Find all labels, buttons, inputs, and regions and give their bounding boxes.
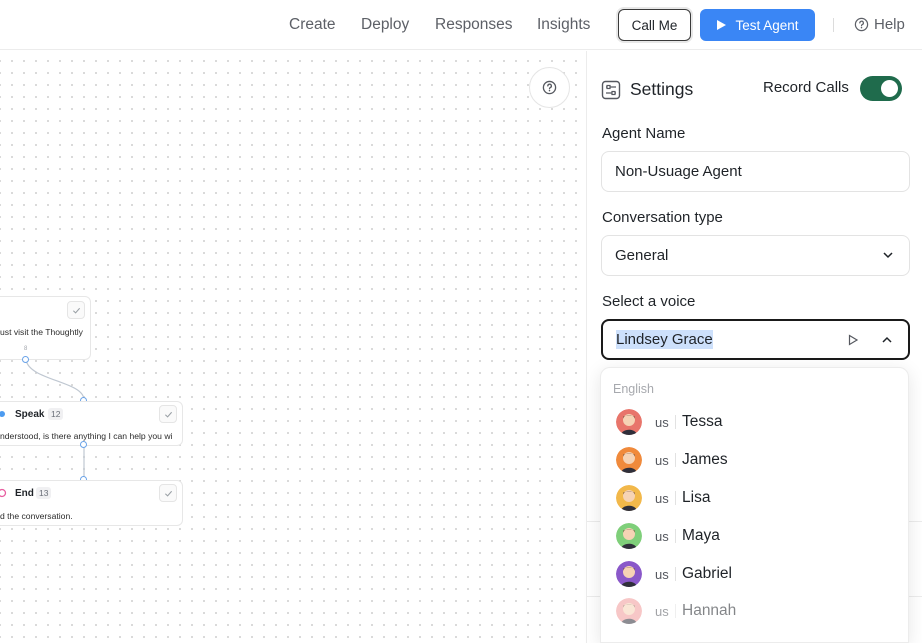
chevron-up-icon[interactable] [881,334,893,346]
help-label: Help [874,16,905,33]
nav-create[interactable]: Create [289,16,336,34]
flow-node-1[interactable]: ust visit the Thoughtly 8 [0,296,91,360]
speak-icon [0,411,5,417]
voice-option[interactable]: us Maya [601,517,908,555]
node-title: Speak [15,409,45,420]
voice-option[interactable]: us Lisa [601,479,908,517]
conversation-type-value: General [615,247,669,264]
voice-option[interactable]: us Gabriel [601,555,908,593]
voice-option[interactable]: us James [601,441,908,479]
chevron-down-icon [883,252,893,259]
avatar [616,598,642,624]
voice-language: us [655,490,669,506]
nav-insights[interactable]: Insights [537,16,590,34]
voice-language: us [655,528,669,544]
voice-name: James [682,451,728,468]
toggle-knob [881,80,898,97]
voice-value: Lindsey Grace [616,330,713,349]
voice-divider [675,453,676,467]
voice-language: us [655,452,669,468]
node-text: ust visit the Thoughtly [0,327,83,337]
voice-divider [675,529,676,543]
test-agent-label: Test Agent [735,17,799,33]
call-me-label: Call Me [631,17,678,33]
end-icon [0,488,7,498]
node-check-icon[interactable] [67,301,85,319]
help-icon [542,80,557,95]
play-preview-icon[interactable] [847,334,859,346]
help-icon [854,17,869,32]
voice-name: Lisa [682,489,711,506]
flow-canvas[interactable]: ust visit the Thoughtly 8 Speak 12 nders… [0,51,586,643]
record-calls-label: Record Calls [763,79,849,96]
settings-sliders-icon [601,80,621,100]
voice-option[interactable]: us Hannah [601,592,908,630]
nav-deploy[interactable]: Deploy [361,16,409,34]
voice-divider [675,567,676,581]
avatar [616,447,642,473]
voice-divider [675,491,676,505]
call-me-button[interactable]: Call Me [618,9,691,41]
voice-divider [675,415,676,429]
agent-name-label: Agent Name [602,125,686,142]
flow-node-end[interactable]: End 13 d the conversation. [0,480,183,526]
help-link[interactable]: Help [854,16,905,33]
voice-language: us [655,566,669,582]
record-calls-toggle[interactable] [860,76,902,101]
voice-select[interactable]: Lindsey Grace [601,319,910,360]
voice-option[interactable]: us Tessa [601,403,908,441]
voice-language: us [655,414,669,430]
flow-node-speak[interactable]: Speak 12 nderstood, is there anything I … [0,401,183,446]
node-port-label: 8 [24,346,28,352]
canvas-help-button[interactable] [529,67,570,108]
voice-name: Gabriel [682,565,732,582]
avatar [616,523,642,549]
avatar [616,409,642,435]
node-title: End [15,488,34,499]
voice-dropdown: English us Tessa us James us Lisa us Maya us Gabr… [600,367,909,643]
node-text: d the conversation. [0,511,73,521]
test-agent-button[interactable]: Test Agent [700,9,815,41]
top-nav: Create Deploy Responses Insights Call Me… [0,0,922,50]
agent-name-value: Non-Usuage Agent [615,163,742,180]
node-output-port[interactable] [80,441,87,448]
connector-1 [25,359,85,401]
nav-responses[interactable]: Responses [435,16,513,34]
node-text: nderstood, is there anything I can help … [0,431,173,441]
nav-divider [833,18,834,32]
conversation-type-select[interactable]: General [601,235,910,276]
voice-divider [675,604,676,618]
voice-name: Hannah [682,602,737,619]
node-badge: 13 [36,487,52,499]
node-output-port[interactable] [22,356,29,363]
node-check-icon[interactable] [159,484,177,502]
agent-name-input[interactable]: Non-Usuage Agent [601,151,910,192]
voice-group-label: English [613,382,654,396]
play-icon [717,20,727,30]
avatar [616,561,642,587]
avatar [616,485,642,511]
voice-language: us [655,603,669,619]
voice-name: Maya [682,527,720,544]
conversation-type-label: Conversation type [602,209,723,226]
settings-title: Settings [630,79,694,99]
voice-name: Tessa [682,413,723,430]
node-badge: 12 [48,408,64,420]
node-check-icon[interactable] [159,405,177,423]
voice-label: Select a voice [602,293,696,310]
